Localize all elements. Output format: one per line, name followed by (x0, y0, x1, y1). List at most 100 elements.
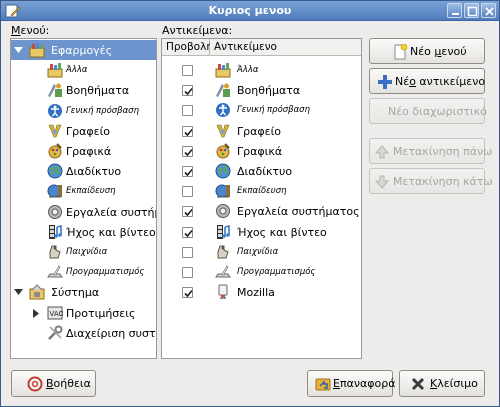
tree-row[interactable]: Διαχείριση συστήματος (11, 323, 156, 343)
title-bar[interactable]: Κυριος μενου (1, 1, 499, 21)
close-button[interactable]: Κλείσιμο (399, 370, 485, 397)
show-checkbox[interactable] (182, 65, 193, 76)
item-row[interactable]: Εκπαίδευση (162, 181, 361, 201)
tree-row-label: Εκπαίδευση (66, 186, 116, 197)
show-checkbox[interactable] (182, 186, 193, 198)
show-checkbox[interactable] (182, 145, 193, 157)
item-row-label: Γραφείο (237, 124, 282, 138)
expander-right-icon[interactable] (31, 308, 40, 321)
revert-button[interactable]: Επαναφορά (307, 370, 395, 397)
show-checkbox[interactable] (182, 125, 193, 137)
menu-tree[interactable]: Εφαρμογές Άλλα Βοηθήματα Γενική πρόσβαση Γρα… (10, 38, 157, 359)
menus-label: Μενού: (11, 24, 50, 37)
tree-row-label: Σύστημα (51, 286, 100, 300)
show-checkbox[interactable] (182, 105, 193, 117)
close-label-rest: λείσιμο (437, 377, 478, 390)
item-row-label: Γενική πρόσβαση (237, 105, 310, 116)
tree-row-label: Παιχνίδια (66, 247, 108, 257)
graphics-icon (47, 143, 63, 159)
tree-row[interactable]: VAO Προτιμήσεις (11, 303, 156, 323)
item-row[interactable]: Ήχος και βίντεο (162, 222, 361, 242)
item-row-label: Ήχος και βίντεο (237, 225, 327, 239)
tree-row[interactable]: Προγραμματισμός (11, 262, 156, 282)
sound-video-icon (215, 224, 231, 240)
items-table[interactable]: Προβολή Αντικείμενο Άλλα Βοηθήματα Γενική … (161, 38, 362, 359)
tree-row[interactable]: Σύστημα (11, 282, 156, 302)
tree-row[interactable]: Βοηθήματα (11, 80, 156, 100)
item-row[interactable]: Γραφικά (162, 141, 361, 161)
column-header-item[interactable]: Αντικείμενο (210, 39, 361, 56)
tree-row[interactable]: Άλλα (11, 60, 156, 80)
tree-row-label: Εφαρμογές (51, 44, 113, 57)
new-menu-button[interactable]: Νέο μενού (369, 38, 485, 64)
item-row[interactable]: Γραφείο (162, 121, 361, 141)
tree-row-label: Προτιμήσεις (66, 306, 136, 320)
expander-down-icon[interactable] (14, 287, 23, 300)
move-up-button[interactable]: Μετακίνηση πάνω (369, 138, 492, 164)
help-button[interactable]: Βοήθεια (11, 370, 96, 397)
new-item-button[interactable]: Νέο αντικείμενο (369, 68, 485, 94)
close-x-icon (485, 7, 494, 16)
svg-text:VAO: VAO (50, 310, 64, 318)
applications-icon (29, 42, 45, 58)
item-row[interactable]: Βοηθήματα (162, 80, 361, 100)
maximize-button[interactable] (464, 3, 479, 18)
items-label-text: Αντικείμενα: (162, 24, 233, 37)
new-menu-icon (394, 44, 408, 60)
maximize-icon (467, 6, 478, 17)
preferences-icon: VAO (47, 305, 65, 321)
move-down-button[interactable]: Μετακίνηση κάτω (369, 168, 493, 194)
checkmark-icon (184, 88, 193, 96)
item-row[interactable]: Εργαλεία συστήματος (162, 201, 361, 221)
item-row[interactable]: Διαδίκτυο (162, 161, 361, 181)
tree-row[interactable]: Διαδίκτυο (11, 161, 156, 181)
show-checkbox[interactable] (182, 287, 193, 299)
show-checkbox[interactable] (182, 246, 193, 258)
office-icon (47, 123, 63, 139)
tree-row[interactable]: Εργαλεία συστήματος (11, 202, 156, 222)
window-title: Κυριος μενου (208, 4, 292, 17)
minimize-button[interactable] (447, 3, 462, 18)
item-row[interactable]: Άλλα (162, 60, 361, 80)
item-row[interactable]: Παιχνίδια (162, 242, 361, 262)
help-icon (27, 376, 43, 392)
expander-down-icon[interactable] (14, 45, 23, 58)
tree-row[interactable]: Ήχος και βίντεο (11, 222, 156, 242)
tree-row-label: Βοηθήματα (66, 84, 130, 98)
administration-icon (47, 325, 63, 341)
item-row-label: Εκπαίδευση (237, 186, 287, 197)
show-checkbox[interactable] (182, 206, 193, 218)
internet-icon (215, 163, 231, 179)
tree-row-label: Εργαλεία συστήματος (66, 205, 156, 219)
item-row[interactable]: Mozilla (162, 282, 361, 302)
programming-icon (215, 264, 231, 280)
tree-row[interactable]: Γενική πρόσβαση (11, 101, 156, 121)
show-checkbox[interactable] (182, 166, 193, 177)
show-checkbox[interactable] (182, 226, 193, 238)
tree-row[interactable]: Γραφικά (11, 141, 156, 161)
checkmark-icon (184, 148, 193, 156)
revert-icon (315, 378, 331, 391)
item-row-label: Παιχνίδια (237, 246, 279, 257)
tree-row[interactable]: Γραφείο (11, 121, 156, 141)
tree-row[interactable]: Εκπαίδευση (11, 181, 156, 201)
item-row[interactable]: Προγραμματισμός (162, 262, 361, 282)
tree-row[interactable]: Εφαρμογές (11, 40, 156, 60)
system-tools-icon (47, 204, 63, 220)
item-row-label: Βοηθήματα (237, 84, 301, 98)
items-label: Αντικείμενα: (162, 24, 232, 37)
games-icon (47, 244, 63, 260)
item-row[interactable]: Γενική πρόσβαση (162, 100, 361, 120)
column-header-show[interactable]: Προβολή (162, 39, 213, 56)
mozilla-icon (215, 284, 231, 300)
checkmark-icon (184, 128, 193, 136)
tree-row-label: Γενική πρόσβαση (66, 105, 139, 116)
checkmark-icon (184, 209, 193, 217)
show-checkbox[interactable] (182, 85, 193, 97)
show-checkbox[interactable] (182, 267, 193, 278)
checkmark-icon (184, 168, 193, 177)
tree-row[interactable]: Παιχνίδια (11, 242, 156, 262)
new-separator-button[interactable]: Νέο διαχωριστικό (369, 98, 487, 124)
window-close-button[interactable] (481, 3, 496, 18)
tree-row-label: Διαχείριση συστήματος (66, 326, 156, 340)
